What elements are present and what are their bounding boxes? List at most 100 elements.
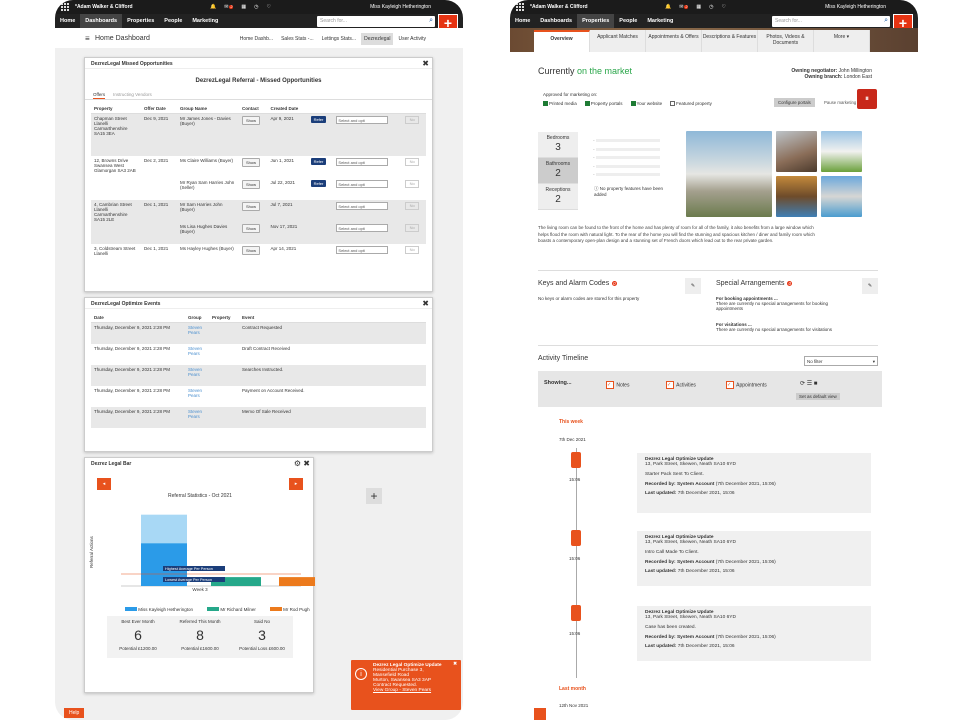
clock-icon[interactable]: ◷ (709, 4, 713, 10)
nav-dashboards[interactable]: Dashboards (535, 14, 577, 28)
property-photo-thumb[interactable] (821, 176, 862, 217)
nav-dashboards[interactable]: Dashboards (80, 14, 123, 28)
select-dropdown[interactable]: Select and opti (336, 245, 389, 254)
close-icon[interactable]: ✖ (422, 59, 429, 68)
subtab-offers[interactable]: Offers (93, 92, 106, 99)
select-dropdown[interactable]: Select and opti (336, 157, 389, 166)
select-dropdown[interactable]: Select and opti (336, 201, 389, 210)
timeline-filter-select[interactable]: No filter ▾ (804, 356, 878, 366)
no-button[interactable]: No (405, 179, 420, 188)
checkbox-your-website[interactable]: Your website (630, 101, 662, 107)
show-button[interactable]: Show (242, 245, 261, 255)
no-button[interactable]: No (405, 245, 420, 254)
subtab-instructing-vendors[interactable]: Instructing Vendors (113, 92, 152, 99)
edit-arrangements-icon[interactable]: ✎ (862, 278, 878, 294)
tab-user-activity[interactable]: User Activity (395, 33, 429, 45)
show-button[interactable]: Show (242, 179, 261, 189)
tab-applicant-matches[interactable]: Applicant Matches (590, 30, 646, 52)
bell-icon[interactable]: 🔔 (665, 4, 671, 10)
show-button[interactable]: Show (242, 116, 261, 125)
heart-icon[interactable]: ♡ (722, 4, 726, 10)
settings-close-icons[interactable]: ⚙ ✖ (294, 459, 310, 468)
no-button[interactable]: No (405, 157, 420, 166)
group-link[interactable]: Steven Pears (185, 406, 209, 428)
nav-people[interactable]: People (614, 14, 642, 28)
calendar-icon[interactable]: ▦ (696, 4, 701, 10)
timeline-entry[interactable]: Dezrez Legal Optimize Update 13, Park Str… (637, 531, 871, 586)
search-icon[interactable]: ⌕ (884, 17, 888, 25)
mail-icon[interactable]: ✉ 2 (679, 4, 689, 10)
add-widget-button[interactable]: + (366, 488, 382, 504)
view-group-link[interactable]: View Group - Steven Pears (373, 688, 457, 693)
tab-photos-videos-documents[interactable]: Photos, Videos & Documents (758, 30, 814, 52)
search-icon[interactable]: ⌕ (429, 17, 433, 25)
hamburger-icon[interactable]: ≡ (85, 34, 90, 43)
close-icon[interactable]: ✖ (422, 299, 429, 308)
select-dropdown[interactable]: Select and opti (336, 116, 389, 124)
show-button[interactable]: Show (242, 201, 261, 211)
filter-notes[interactable]: ✓ Notes (606, 381, 629, 389)
group-link[interactable]: Steven Pears (185, 322, 209, 344)
tab-descriptions-features[interactable]: Descriptions & Features (702, 30, 758, 52)
heart-icon[interactable]: ♡ (267, 4, 271, 10)
property-photo-thumb[interactable] (821, 131, 862, 172)
configure-portals-button[interactable]: Configure portals (774, 98, 815, 107)
group-link[interactable]: Steven Pears (185, 364, 209, 386)
view-toggle-icons[interactable]: ⟳ ☰ ■ (800, 380, 817, 387)
help-button[interactable]: Help (64, 708, 85, 718)
filter-activities[interactable]: ✓ Activities (666, 381, 696, 389)
app-grid-icon[interactable] (516, 3, 524, 11)
select-dropdown[interactable]: Select and opti (336, 179, 389, 188)
prev-button[interactable]: ◂ (97, 478, 111, 490)
user-name[interactable]: Miss Kayleigh Hetherington (825, 4, 886, 10)
refer-button[interactable]: Refer (310, 116, 327, 123)
clock-icon[interactable]: ◷ (254, 4, 258, 10)
notification-toast[interactable]: i ✖ Dezrez Legal Optimize Update Residen… (351, 660, 461, 710)
tab-sales-stats[interactable]: Sales Stats -... (278, 33, 317, 45)
calendar-icon[interactable]: ▦ (241, 4, 246, 10)
timeline-entry[interactable]: Dezrez Legal Optimize Update 13, Park Str… (637, 606, 871, 661)
nav-marketing[interactable]: Marketing (187, 14, 223, 28)
property-photo-thumb[interactable] (776, 176, 817, 217)
next-button[interactable]: ▸ (289, 478, 303, 490)
checkbox-featured-property[interactable]: Featured property (670, 101, 712, 107)
edit-keys-icon[interactable]: ✎ (685, 278, 701, 294)
tab-dezrezlegal[interactable]: Dezrezlegal (361, 33, 394, 45)
nav-home[interactable]: Home (55, 14, 80, 28)
close-icon[interactable]: ✖ (453, 662, 457, 667)
nav-people[interactable]: People (159, 14, 187, 28)
tab-more[interactable]: More ▾ (814, 30, 870, 52)
show-button[interactable]: Show (242, 157, 261, 167)
no-button[interactable]: No (405, 201, 420, 210)
set-default-view-button[interactable]: Set as default view (796, 393, 840, 400)
refer-button[interactable]: Refer (310, 157, 327, 165)
checkbox-printed-media[interactable]: Printed media (543, 101, 577, 107)
refer-button[interactable]: Refer (310, 179, 327, 187)
timeline-entry[interactable]: Dezrez Legal Optimize Update 13, Park Str… (637, 453, 871, 513)
user-name[interactable]: Miss Kayleigh Hetherington (370, 4, 431, 10)
group-link[interactable]: Steven Pears (185, 344, 209, 365)
property-photo-main[interactable] (686, 131, 772, 217)
nav-properties[interactable]: Properties (577, 14, 615, 28)
no-button[interactable]: No (405, 223, 420, 232)
app-grid-icon[interactable] (61, 3, 69, 11)
filter-appointments[interactable]: ✓ Appointments (726, 381, 767, 389)
mail-icon[interactable]: ✉ 2 (224, 4, 234, 10)
search-input[interactable]: Search for... ⌕ (317, 16, 435, 27)
group-link[interactable]: Steven Pears (185, 386, 209, 407)
tab-lettings-stats[interactable]: Lettings Stats... (319, 33, 359, 45)
nav-marketing[interactable]: Marketing (642, 14, 678, 28)
search-input[interactable]: Search for... ⌕ (772, 16, 890, 27)
tab-home-dash[interactable]: Home Dashb... (237, 33, 276, 45)
no-button[interactable]: No (405, 116, 420, 124)
help-button[interactable] (534, 708, 546, 720)
bell-icon[interactable]: 🔔 (210, 4, 216, 10)
pause-marketing-button[interactable]: ⏸ (857, 89, 877, 109)
nav-properties[interactable]: Properties (122, 14, 159, 28)
nav-home[interactable]: Home (510, 14, 535, 28)
checkbox-property-portals[interactable]: Property portals (584, 101, 623, 107)
tab-appointments-offers[interactable]: Appointments & Offers (646, 30, 702, 52)
bar-mr-rod-pugh[interactable] (279, 577, 315, 586)
tab-overview[interactable]: Overview (534, 30, 590, 52)
property-photo-thumb[interactable] (776, 131, 817, 172)
